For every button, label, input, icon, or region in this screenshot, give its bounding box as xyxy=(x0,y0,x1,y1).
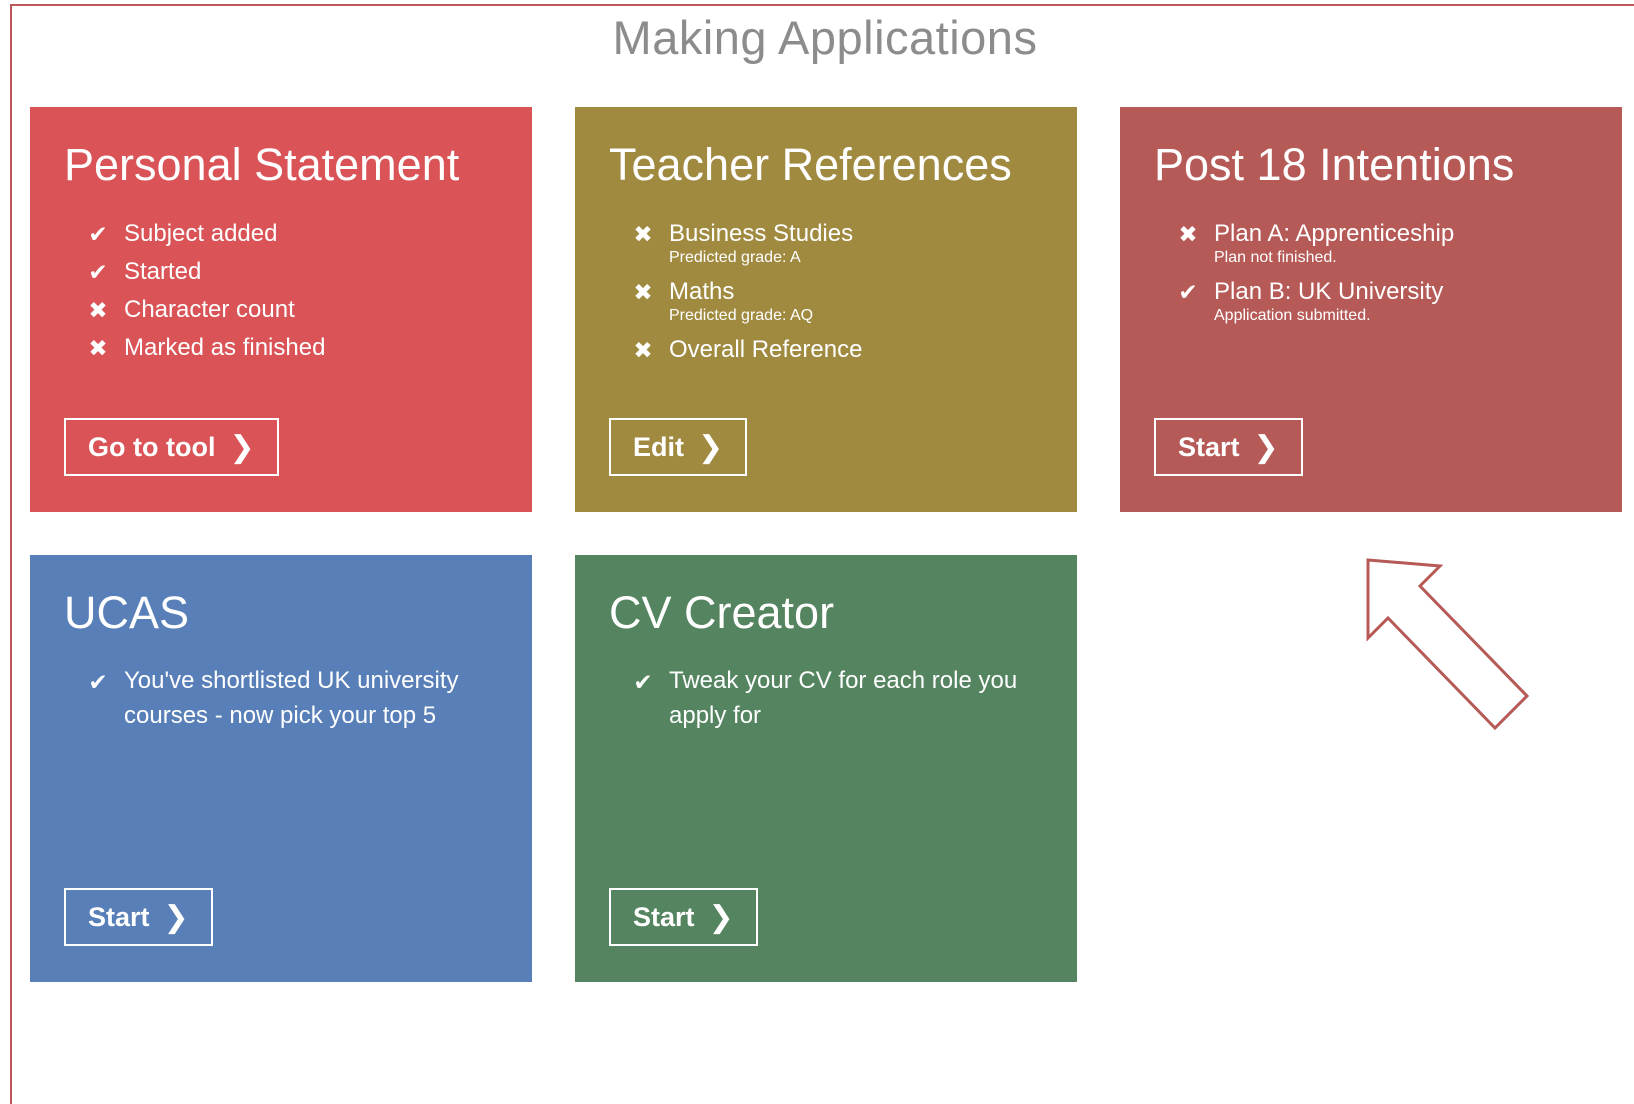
edit-button[interactable]: Edit ❯ xyxy=(609,418,748,476)
list-item: ✖ Plan A: Apprenticeship Plan not finish… xyxy=(1170,215,1602,267)
list-item: ✔ You've shortlisted UK university cours… xyxy=(80,663,492,733)
card-personal-statement: Personal Statement ✔ Subject added ✔ Sta… xyxy=(30,107,532,512)
check-icon: ✔ xyxy=(88,221,108,247)
list-item: ✔ Tweak your CV for each role you apply … xyxy=(625,663,1037,733)
check-icon: ✔ xyxy=(1178,279,1198,305)
checklist: ✔ Subject added ✔ Started ✖ Character co… xyxy=(80,215,512,367)
cross-icon: ✖ xyxy=(633,337,653,363)
list-item-label: Maths xyxy=(669,278,735,305)
list-item-label: Started xyxy=(124,258,202,285)
button-label: Start xyxy=(1178,431,1240,462)
chevron-right-icon: ❯ xyxy=(163,900,189,934)
button-label: Start xyxy=(633,901,695,932)
list-item: ✔ Plan B: UK University Application subm… xyxy=(1170,273,1602,325)
checklist: ✔ Tweak your CV for each role you apply … xyxy=(625,663,1037,733)
cross-icon: ✖ xyxy=(633,221,653,247)
start-button[interactable]: Start ❯ xyxy=(609,888,758,946)
list-item-label: Marked as finished xyxy=(124,334,326,361)
list-item: ✖ Business Studies Predicted grade: A xyxy=(625,215,1057,267)
list-item-label: Plan B: UK University xyxy=(1214,278,1444,305)
cross-icon: ✖ xyxy=(88,297,108,323)
card-title: CV Creator xyxy=(609,587,835,638)
list-item: ✖ Maths Predicted grade: AQ xyxy=(625,273,1057,325)
card-title: Teacher References xyxy=(609,139,1012,190)
chevron-right-icon: ❯ xyxy=(698,430,724,464)
card-post-18-intentions: Post 18 Intentions ✖ Plan A: Apprentices… xyxy=(1120,107,1622,512)
list-item: ✖ Character count xyxy=(80,291,512,329)
chevron-right-icon: ❯ xyxy=(708,900,734,934)
check-icon: ✔ xyxy=(88,259,108,285)
list-item-label: Character count xyxy=(124,296,295,323)
cross-icon: ✖ xyxy=(88,335,108,361)
predicted-grade: Predicted grade: AQ xyxy=(669,307,814,324)
page-title: Making Applications xyxy=(612,11,1038,64)
start-button[interactable]: Start ❯ xyxy=(1154,418,1303,476)
card-ucas: UCAS ✔ You've shortlisted UK university … xyxy=(30,555,532,982)
annotation-arrow-icon xyxy=(1366,558,1530,731)
checklist: ✔ You've shortlisted UK university cours… xyxy=(80,663,492,733)
chevron-right-icon: ❯ xyxy=(229,430,255,464)
check-icon: ✔ xyxy=(633,669,653,695)
card-title: Personal Statement xyxy=(64,139,460,190)
list-item-label: Tweak your CV for each role you apply fo… xyxy=(669,667,1018,729)
list-item: ✔ Subject added xyxy=(80,215,512,253)
list-item-label: Business Studies xyxy=(669,220,854,247)
list-item: ✖ Marked as finished xyxy=(80,329,512,367)
list-item: ✔ Started xyxy=(80,253,512,291)
list-item-label: Subject added xyxy=(124,220,278,247)
button-label: Start xyxy=(88,901,150,932)
cross-icon: ✖ xyxy=(1178,221,1198,247)
list-item: ✖ Overall Reference xyxy=(625,331,1057,369)
card-title: UCAS xyxy=(64,587,190,638)
cross-icon: ✖ xyxy=(633,279,653,305)
go-to-tool-button[interactable]: Go to tool ❯ xyxy=(64,418,279,476)
checklist: ✖ Plan A: Apprenticeship Plan not finish… xyxy=(1170,215,1602,325)
card-cv-creator: CV Creator ✔ Tweak your CV for each role… xyxy=(575,555,1077,982)
chevron-right-icon: ❯ xyxy=(1253,430,1279,464)
checklist: ✖ Business Studies Predicted grade: A ✖ … xyxy=(625,215,1057,369)
list-item-label: Plan A: Apprenticeship xyxy=(1214,220,1455,247)
card-title: Post 18 Intentions xyxy=(1154,139,1515,190)
button-label: Go to tool xyxy=(88,431,216,462)
list-item-label: Overall Reference xyxy=(669,336,863,363)
start-button[interactable]: Start ❯ xyxy=(64,888,213,946)
check-icon: ✔ xyxy=(88,669,108,695)
card-teacher-references: Teacher References ✖ Business Studies Pr… xyxy=(575,107,1077,512)
button-label: Edit xyxy=(633,431,684,462)
list-item-label: You've shortlisted UK university courses… xyxy=(124,667,459,729)
